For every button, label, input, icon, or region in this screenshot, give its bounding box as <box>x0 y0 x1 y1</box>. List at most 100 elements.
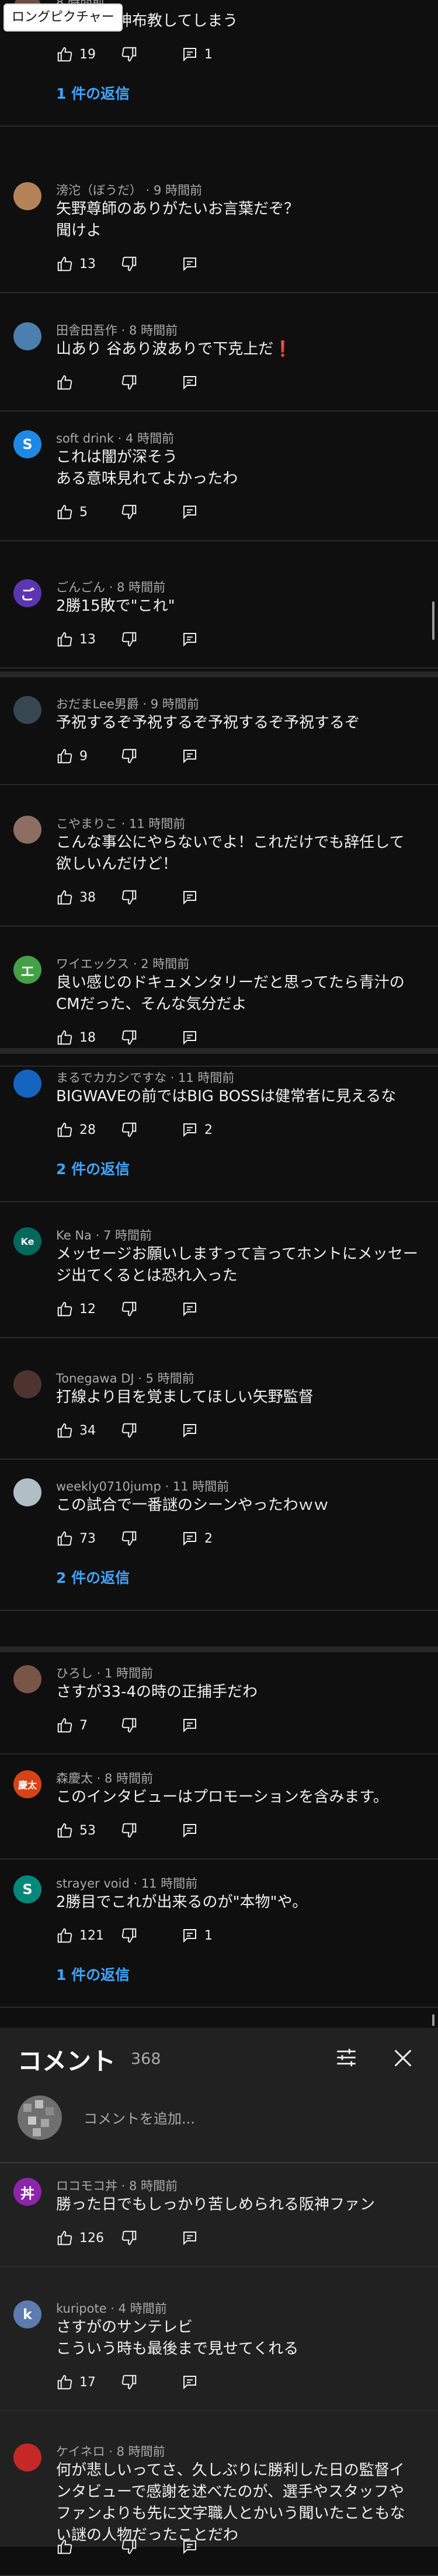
like-button[interactable]: 5 <box>56 502 88 523</box>
comment-author[interactable]: 滂沱（ぼうだ） <box>56 183 142 197</box>
comment-author[interactable]: こやまりこ <box>56 817 117 831</box>
view-replies-link[interactable]: 2 件の返信 <box>56 1567 130 1588</box>
comment-author[interactable]: おだまLee男爵 <box>56 697 139 711</box>
close-icon[interactable] <box>391 2046 415 2070</box>
dislike-button[interactable] <box>120 629 138 650</box>
like-button[interactable]: 28 <box>56 1119 96 1140</box>
avatar[interactable]: エ <box>13 956 41 984</box>
avatar[interactable]: Ke <box>13 1227 41 1255</box>
dislike-button[interactable] <box>120 1820 138 1841</box>
like-button[interactable]: 53 <box>56 1820 96 1841</box>
view-replies-link[interactable]: 2 件の返信 <box>56 1158 130 1179</box>
comment-author[interactable]: ひろし <box>56 1666 93 1680</box>
dislike-button[interactable] <box>120 502 138 523</box>
like-button[interactable] <box>56 2536 79 2557</box>
avatar[interactable]: S <box>13 430 41 458</box>
comment-author[interactable]: 森慶太 <box>56 1771 93 1785</box>
reply-button[interactable] <box>181 1820 204 1841</box>
like-button[interactable]: 9 <box>56 746 88 767</box>
comment-author[interactable]: ケイネロ <box>56 2445 105 2459</box>
comment-author[interactable]: ごんごん <box>56 580 105 594</box>
avatar[interactable] <box>13 696 41 724</box>
reply-button[interactable]: 2 <box>181 1528 213 1549</box>
avatar[interactable]: 慶太 <box>13 1770 41 1798</box>
comment-author[interactable]: ワイエックス <box>56 957 129 971</box>
reply-button[interactable] <box>181 746 204 767</box>
dislike-button[interactable] <box>120 2536 138 2557</box>
reply-button[interactable] <box>181 1299 204 1320</box>
avatar[interactable]: k <box>13 2300 41 2328</box>
dislike-button[interactable] <box>120 2372 138 2393</box>
like-button[interactable]: 13 <box>56 253 96 274</box>
reply-button[interactable]: 1 <box>181 1925 213 1946</box>
reply-button[interactable] <box>181 372 204 393</box>
avatar[interactable] <box>13 1665 41 1693</box>
dislike-button[interactable] <box>120 887 138 908</box>
comment-author[interactable]: Ke Na <box>56 1228 92 1242</box>
comment-text: 2勝目でこれが出来るのが"本物"や。 <box>56 1893 308 1911</box>
like-button[interactable]: 12 <box>56 1299 96 1320</box>
comment-author[interactable]: kuripote <box>56 2302 107 2316</box>
comment-author[interactable]: weekly0710jump <box>56 1480 161 1494</box>
dislike-button[interactable] <box>120 1925 138 1946</box>
add-comment-row[interactable]: コメントを追加... <box>0 2086 438 2145</box>
add-comment-input[interactable]: コメントを追加... <box>84 2107 195 2128</box>
reply-button[interactable] <box>181 253 204 274</box>
avatar[interactable]: 丼 <box>13 2178 41 2206</box>
reply-button[interactable] <box>181 2372 204 2393</box>
dislike-button[interactable] <box>120 1715 138 1736</box>
like-button[interactable]: 38 <box>56 887 96 908</box>
avatar[interactable] <box>13 1478 41 1506</box>
dislike-button[interactable] <box>120 1528 138 1549</box>
avatar[interactable]: ご <box>13 579 41 607</box>
comment-author[interactable]: まるでカカシですな <box>56 1071 166 1085</box>
dislike-button[interactable] <box>120 1119 138 1140</box>
reply-button[interactable] <box>181 629 204 650</box>
dislike-button[interactable] <box>120 1420 138 1441</box>
reply-button[interactable] <box>181 1027 204 1048</box>
reply-button[interactable] <box>181 1715 204 1736</box>
reply-button[interactable] <box>181 2227 204 2248</box>
dislike-button[interactable] <box>120 746 138 767</box>
avatar[interactable] <box>13 816 41 844</box>
view-replies-link[interactable]: 1 件の返信 <box>56 82 130 103</box>
avatar[interactable] <box>13 182 41 210</box>
reply-button[interactable]: 2 <box>181 1119 213 1140</box>
comment-author[interactable]: ロコモコ丼 <box>56 2179 117 2193</box>
like-button[interactable]: 18 <box>56 1027 96 1048</box>
comment-author[interactable]: strayer void <box>56 1877 130 1891</box>
like-button[interactable]: 73 <box>56 1528 96 1549</box>
dislike-button[interactable] <box>120 44 138 65</box>
reply-button[interactable]: 1 <box>181 44 213 65</box>
dislike-button[interactable] <box>120 1299 138 1320</box>
dislike-button[interactable] <box>120 2227 138 2248</box>
view-replies-link[interactable]: 1 件の返信 <box>56 1964 130 1985</box>
comment-author[interactable]: 田舎田吾作 <box>56 323 117 337</box>
like-button[interactable]: 17 <box>56 2372 96 2393</box>
like-button[interactable] <box>56 372 79 393</box>
dislike-button[interactable] <box>120 253 138 274</box>
like-button[interactable]: 19 <box>56 44 96 65</box>
reply-button[interactable] <box>181 2536 204 2557</box>
dislike-button[interactable] <box>120 1027 138 1048</box>
avatar[interactable] <box>13 1370 41 1398</box>
dislike-button[interactable] <box>120 372 138 393</box>
avatar[interactable] <box>13 1070 41 1098</box>
avatar[interactable]: S <box>13 1875 41 1903</box>
reply-button[interactable] <box>181 887 204 908</box>
like-button[interactable]: 7 <box>56 1715 88 1736</box>
avatar[interactable] <box>13 322 41 350</box>
reply-button[interactable] <box>181 1420 204 1441</box>
scrollbar[interactable] <box>432 2014 434 2026</box>
avatar[interactable] <box>13 2443 41 2471</box>
reply-button[interactable] <box>181 502 204 523</box>
comment-author[interactable]: Tonegawa DJ <box>56 1371 134 1386</box>
scrollbar[interactable] <box>432 601 434 640</box>
comment-author[interactable]: soft drink <box>56 431 114 445</box>
like-button[interactable]: 121 <box>56 1925 104 1946</box>
comment-actions: 53 <box>56 1820 406 1841</box>
filter-icon[interactable] <box>334 2045 359 2070</box>
like-button[interactable]: 13 <box>56 629 96 650</box>
like-button[interactable]: 126 <box>56 2227 104 2248</box>
like-button[interactable]: 34 <box>56 1420 96 1441</box>
